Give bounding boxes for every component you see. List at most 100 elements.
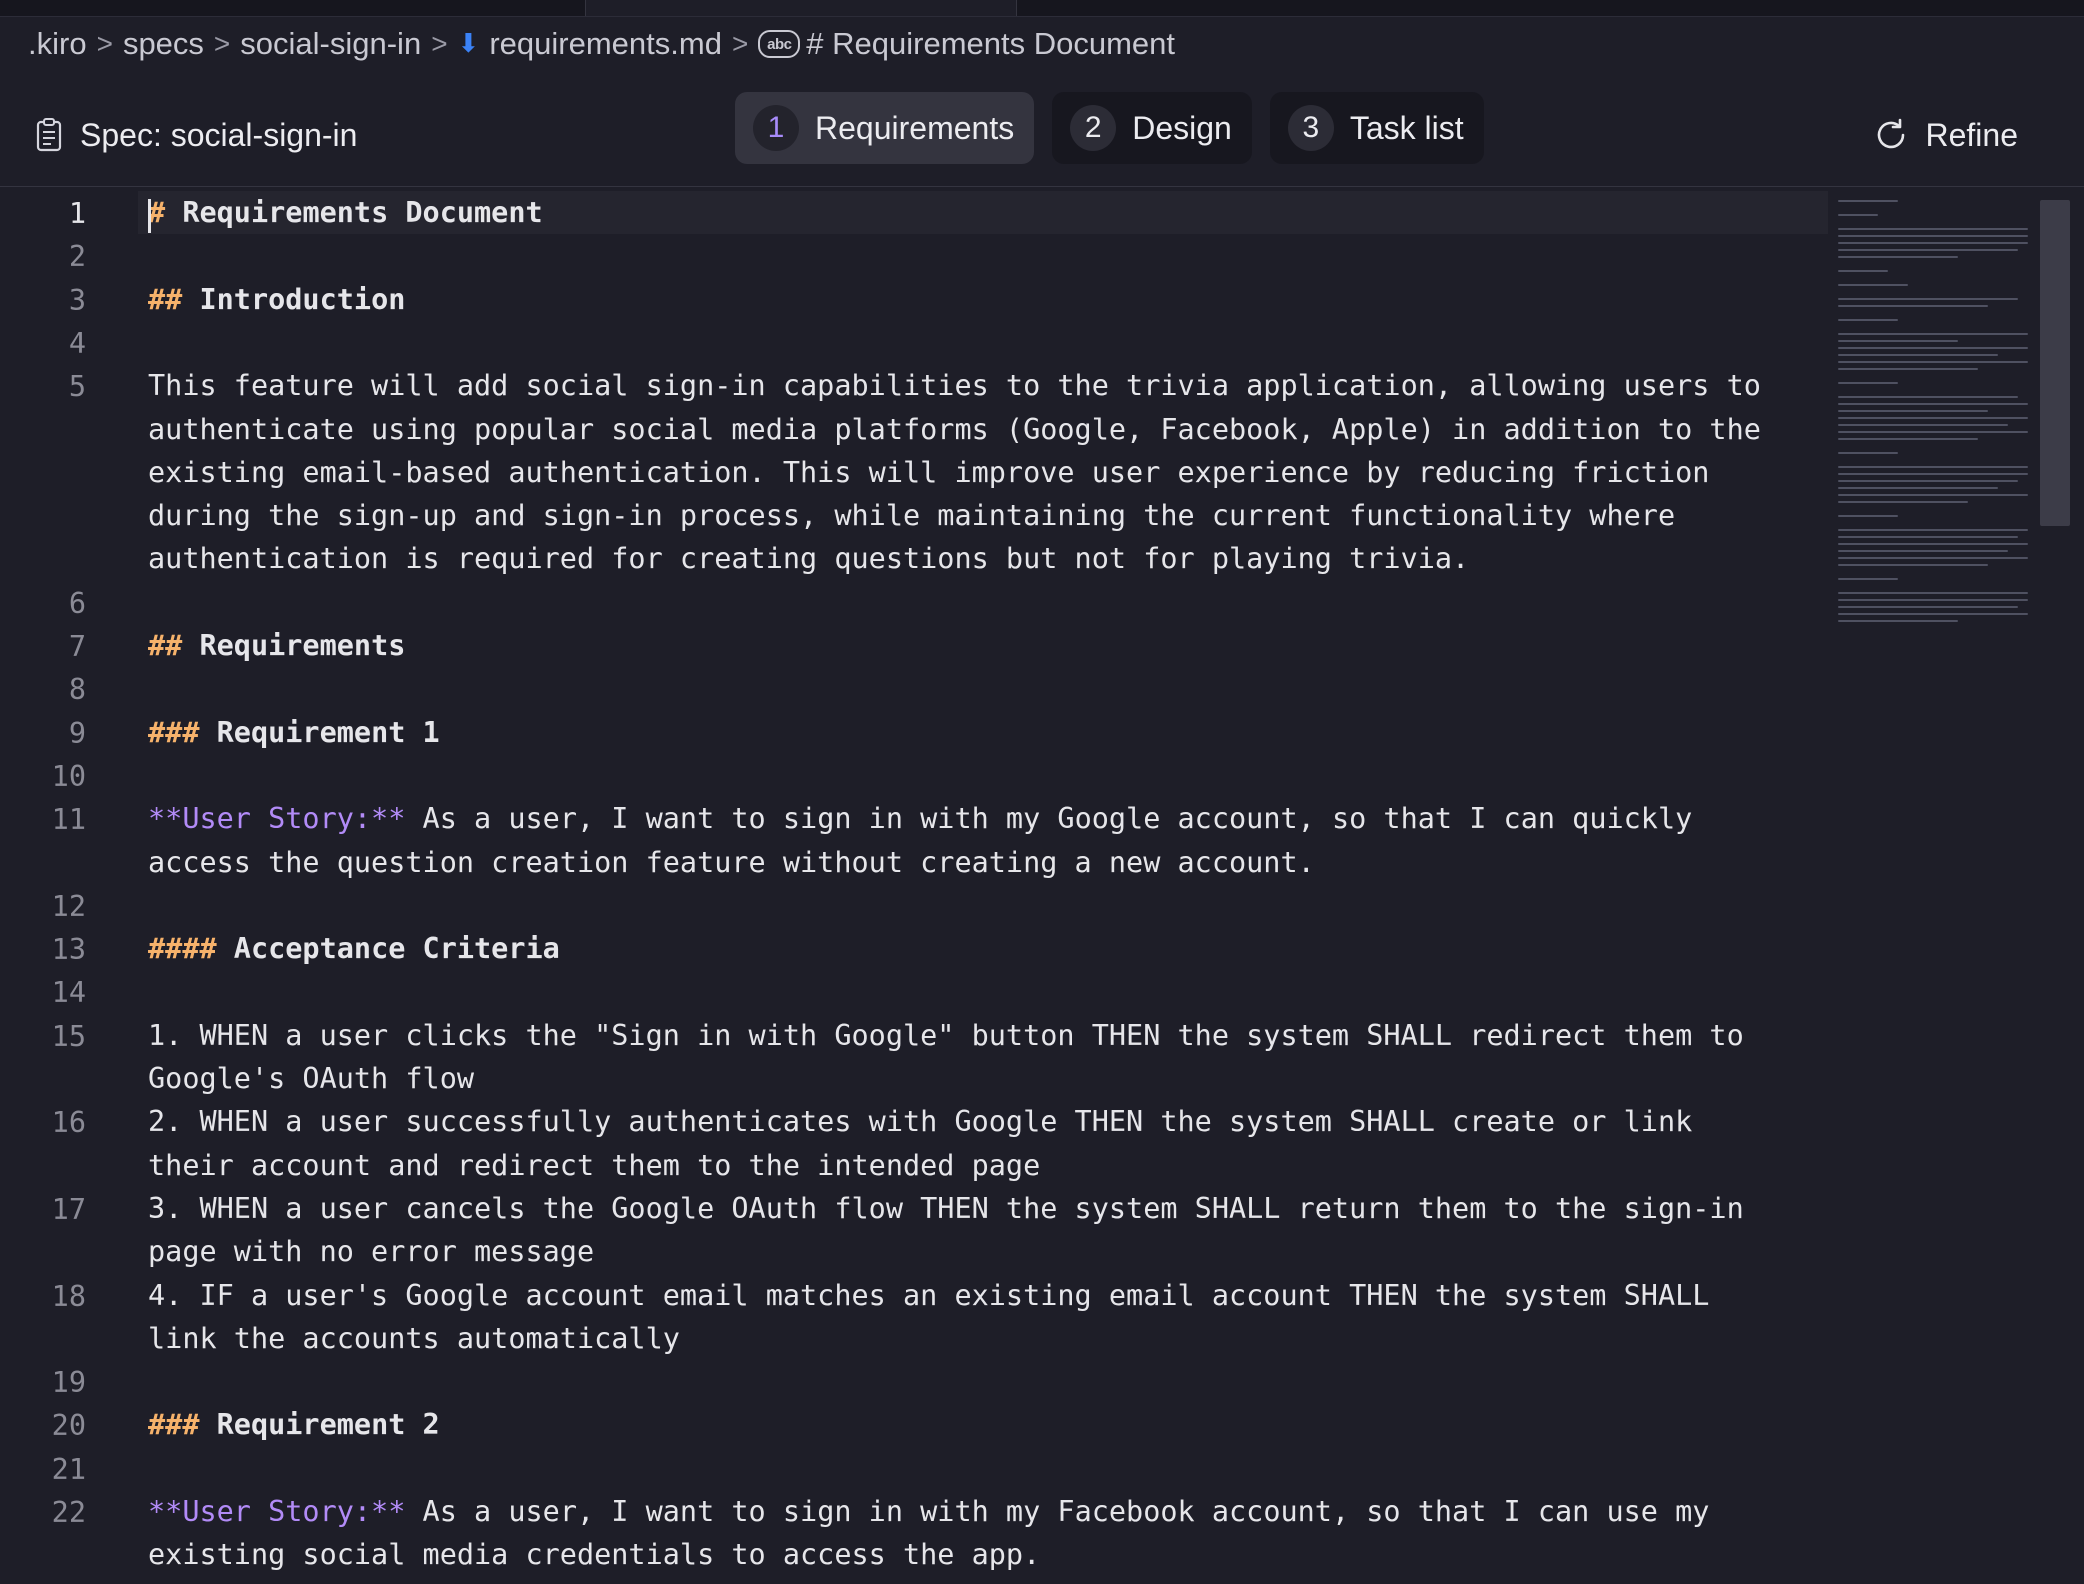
minimap-line	[1838, 368, 1978, 370]
markdown-file-icon: ⬇	[457, 27, 480, 58]
minimap-line	[1838, 200, 1898, 202]
step-task-list[interactable]: 3 Task list	[1269, 92, 1484, 164]
minimap-line	[1838, 501, 1968, 503]
line-number: 14	[51, 976, 86, 1010]
breadcrumb-item-file[interactable]: requirements.md	[489, 26, 722, 62]
breadcrumb-item-specs[interactable]: specs	[123, 26, 204, 62]
minimap-line	[1838, 550, 2008, 552]
code-line[interactable]: **User Story:** As a user, I want to sig…	[148, 1490, 1709, 1533]
code-line[interactable]: their account and redirect them to the i…	[148, 1144, 1040, 1187]
code-line[interactable]: authentication is required for creating …	[148, 537, 1469, 580]
minimap-line	[1838, 494, 2028, 496]
code-editor[interactable]: 1 2 3 4 5 6 7 8 9 10 11 12 13 14 15 16 17 18 19 20 21 22 # Re…	[0, 188, 2084, 1584]
line-number: 18	[51, 1279, 86, 1313]
abc-symbol-icon: abc	[758, 30, 801, 58]
minimap-line	[1838, 361, 2028, 363]
step-label: Requirements	[815, 109, 1015, 146]
line-number: 16	[51, 1106, 86, 1140]
line-number: 15	[51, 1019, 86, 1053]
minimap[interactable]	[1832, 198, 2032, 638]
refine-label: Refine	[1925, 116, 2019, 153]
line-number: 5	[68, 370, 86, 404]
minimap-line	[1838, 214, 1878, 216]
step-label: Design	[1132, 109, 1232, 146]
code-line[interactable]: ### Requirement 2	[148, 1403, 440, 1446]
line-number: 11	[51, 803, 86, 837]
minimap-line	[1838, 515, 1898, 517]
code-line[interactable]: Google's OAuth flow	[148, 1057, 474, 1100]
code-line[interactable]: 3. WHEN a user cancels the Google OAuth …	[148, 1187, 1744, 1230]
step-number: 2	[1070, 105, 1117, 151]
line-number: 21	[51, 1452, 86, 1486]
line-number: 19	[51, 1366, 86, 1400]
code-line[interactable]: during the sign-up and sign-in process, …	[148, 494, 1675, 537]
code-line[interactable]: 1. WHEN a user clicks the "Sign in with …	[148, 1014, 1744, 1057]
code-line[interactable]: link the accounts automatically	[148, 1317, 680, 1360]
minimap-line	[1838, 599, 2028, 601]
spec-header: Spec: social-sign-in 1 Requirements 2 De…	[0, 82, 2084, 187]
code-line[interactable]: This feature will add social sign-in cap…	[148, 364, 1761, 407]
text-cursor	[148, 199, 151, 233]
line-number: 6	[68, 586, 86, 620]
line-number: 12	[51, 889, 86, 923]
minimap-line	[1838, 228, 2028, 230]
breadcrumb-item-kiro[interactable]: .kiro	[28, 26, 87, 62]
code-line[interactable]: existing social media credentials to acc…	[148, 1533, 1040, 1576]
breadcrumb-separator: >	[731, 28, 749, 59]
line-number: 13	[51, 933, 86, 967]
minimap-line	[1838, 354, 1998, 356]
step-number: 1	[753, 105, 799, 151]
step-requirements[interactable]: 1 Requirements	[735, 92, 1035, 164]
code-line[interactable]: # Requirements Document	[138, 191, 1828, 235]
minimap-line	[1838, 557, 2028, 559]
clipboard-icon	[36, 118, 62, 152]
code-line[interactable]: #### Acceptance Criteria	[148, 927, 560, 970]
code-line[interactable]: ## Introduction	[148, 278, 405, 321]
minimap-line	[1838, 536, 2018, 538]
minimap-line	[1838, 396, 2018, 398]
code-line[interactable]: ## Requirements	[148, 624, 405, 667]
step-number: 3	[1287, 105, 1334, 151]
minimap-line	[1838, 242, 2028, 244]
code-line[interactable]: 4. IF a user's Google account email matc…	[148, 1274, 1709, 1317]
line-number: 4	[68, 326, 86, 360]
step-label: Task list	[1349, 109, 1464, 146]
minimap-line	[1838, 529, 2028, 531]
minimap-line	[1838, 431, 2028, 433]
minimap-line	[1838, 256, 1958, 258]
line-number: 2	[68, 240, 86, 274]
line-number: 3	[68, 283, 86, 317]
code-line[interactable]: existing email-based authentication. Thi…	[148, 451, 1709, 494]
breadcrumb-item-social-sign-in[interactable]: social-sign-in	[240, 26, 421, 62]
line-number: 7	[68, 630, 86, 663]
spec-title: Spec: social-sign-in	[36, 110, 357, 160]
line-number: 8	[68, 673, 86, 707]
vertical-scrollbar[interactable]	[2040, 200, 2070, 526]
minimap-line	[1838, 564, 1988, 566]
minimap-line	[1838, 487, 1998, 489]
code-line[interactable]: ### Requirement 1	[148, 711, 440, 754]
code-line[interactable]: authenticate using popular social media …	[148, 408, 1761, 451]
code-line[interactable]: **User Story:** As a user, I want to sig…	[148, 797, 1692, 840]
minimap-line	[1838, 578, 1898, 580]
minimap-line	[1838, 473, 2028, 475]
minimap-line	[1838, 235, 2028, 237]
line-number: 9	[68, 716, 86, 750]
minimap-line	[1838, 403, 2028, 405]
minimap-line	[1838, 319, 1898, 321]
refine-button[interactable]: Refine	[1872, 108, 2019, 162]
active-editor-tab[interactable]	[585, 0, 1017, 16]
code-line[interactable]: access the question creation feature wit…	[148, 841, 1315, 884]
code-line[interactable]: page with no error message	[148, 1230, 594, 1273]
minimap-line	[1838, 480, 2018, 482]
minimap-line	[1838, 382, 1898, 384]
editor-tab-strip	[0, 0, 2084, 17]
breadcrumb-item-symbol[interactable]: # Requirements Document	[806, 26, 1175, 62]
minimap-line	[1838, 347, 2028, 349]
step-design[interactable]: 2 Design	[1052, 92, 1252, 164]
code-line[interactable]: 2. WHEN a user successfully authenticate…	[148, 1100, 1692, 1143]
spec-title-label: Spec: social-sign-in	[80, 116, 358, 153]
breadcrumb-separator: >	[213, 28, 231, 59]
minimap-line	[1838, 452, 1898, 454]
minimap-line	[1838, 438, 1978, 440]
